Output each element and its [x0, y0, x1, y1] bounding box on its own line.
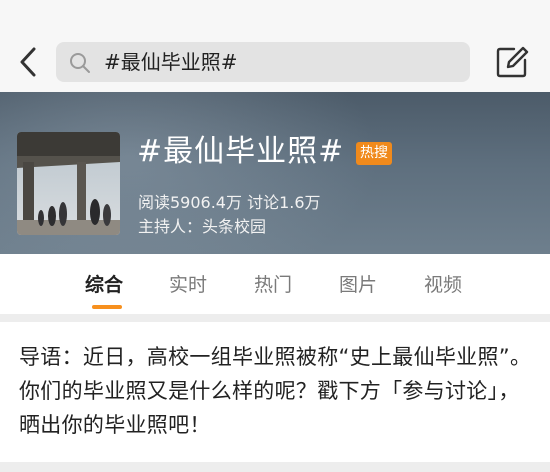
search-input[interactable]: #最仙毕业照#: [56, 42, 470, 82]
compose-icon: [496, 46, 529, 78]
topic-stats: 阅读5906.4万 讨论1.6万: [138, 193, 321, 212]
topic-title: #最仙毕业照#: [137, 134, 345, 169]
chevron-left-icon: [20, 47, 36, 77]
tab-realtime[interactable]: 实时: [169, 272, 207, 298]
tab-videos[interactable]: 视频: [424, 272, 462, 298]
tab-images[interactable]: 图片: [339, 272, 377, 298]
topic-header: #最仙毕业照# 热搜 阅读5906.4万 讨论1.6万 主持人：头条校园: [0, 92, 550, 254]
hot-search-badge: 热搜: [356, 142, 392, 165]
search-query: #最仙毕业照#: [104, 50, 238, 74]
tab-comprehensive[interactable]: 综合: [85, 272, 123, 298]
back-button[interactable]: [14, 44, 44, 80]
tab-popular[interactable]: 热门: [254, 272, 292, 298]
topic-thumbnail[interactable]: [17, 132, 120, 235]
topic-intro-card: 导语：近日，高校一组毕业照被称“史上最仙毕业照”。你们的毕业照又是什么样的呢？戳…: [0, 322, 550, 462]
top-bar: #最仙毕业照#: [0, 0, 550, 92]
active-tab-indicator: [92, 305, 122, 309]
topic-host[interactable]: 主持人：头条校园: [138, 216, 266, 238]
topic-intro-text: 导语：近日，高校一组毕业照被称“史上最仙毕业照”。你们的毕业照又是什么样的呢？戳…: [19, 345, 532, 437]
search-icon: [70, 53, 90, 73]
tab-bar: 综合 实时 热门 图片 视频: [0, 254, 550, 314]
compose-button[interactable]: [494, 44, 530, 80]
